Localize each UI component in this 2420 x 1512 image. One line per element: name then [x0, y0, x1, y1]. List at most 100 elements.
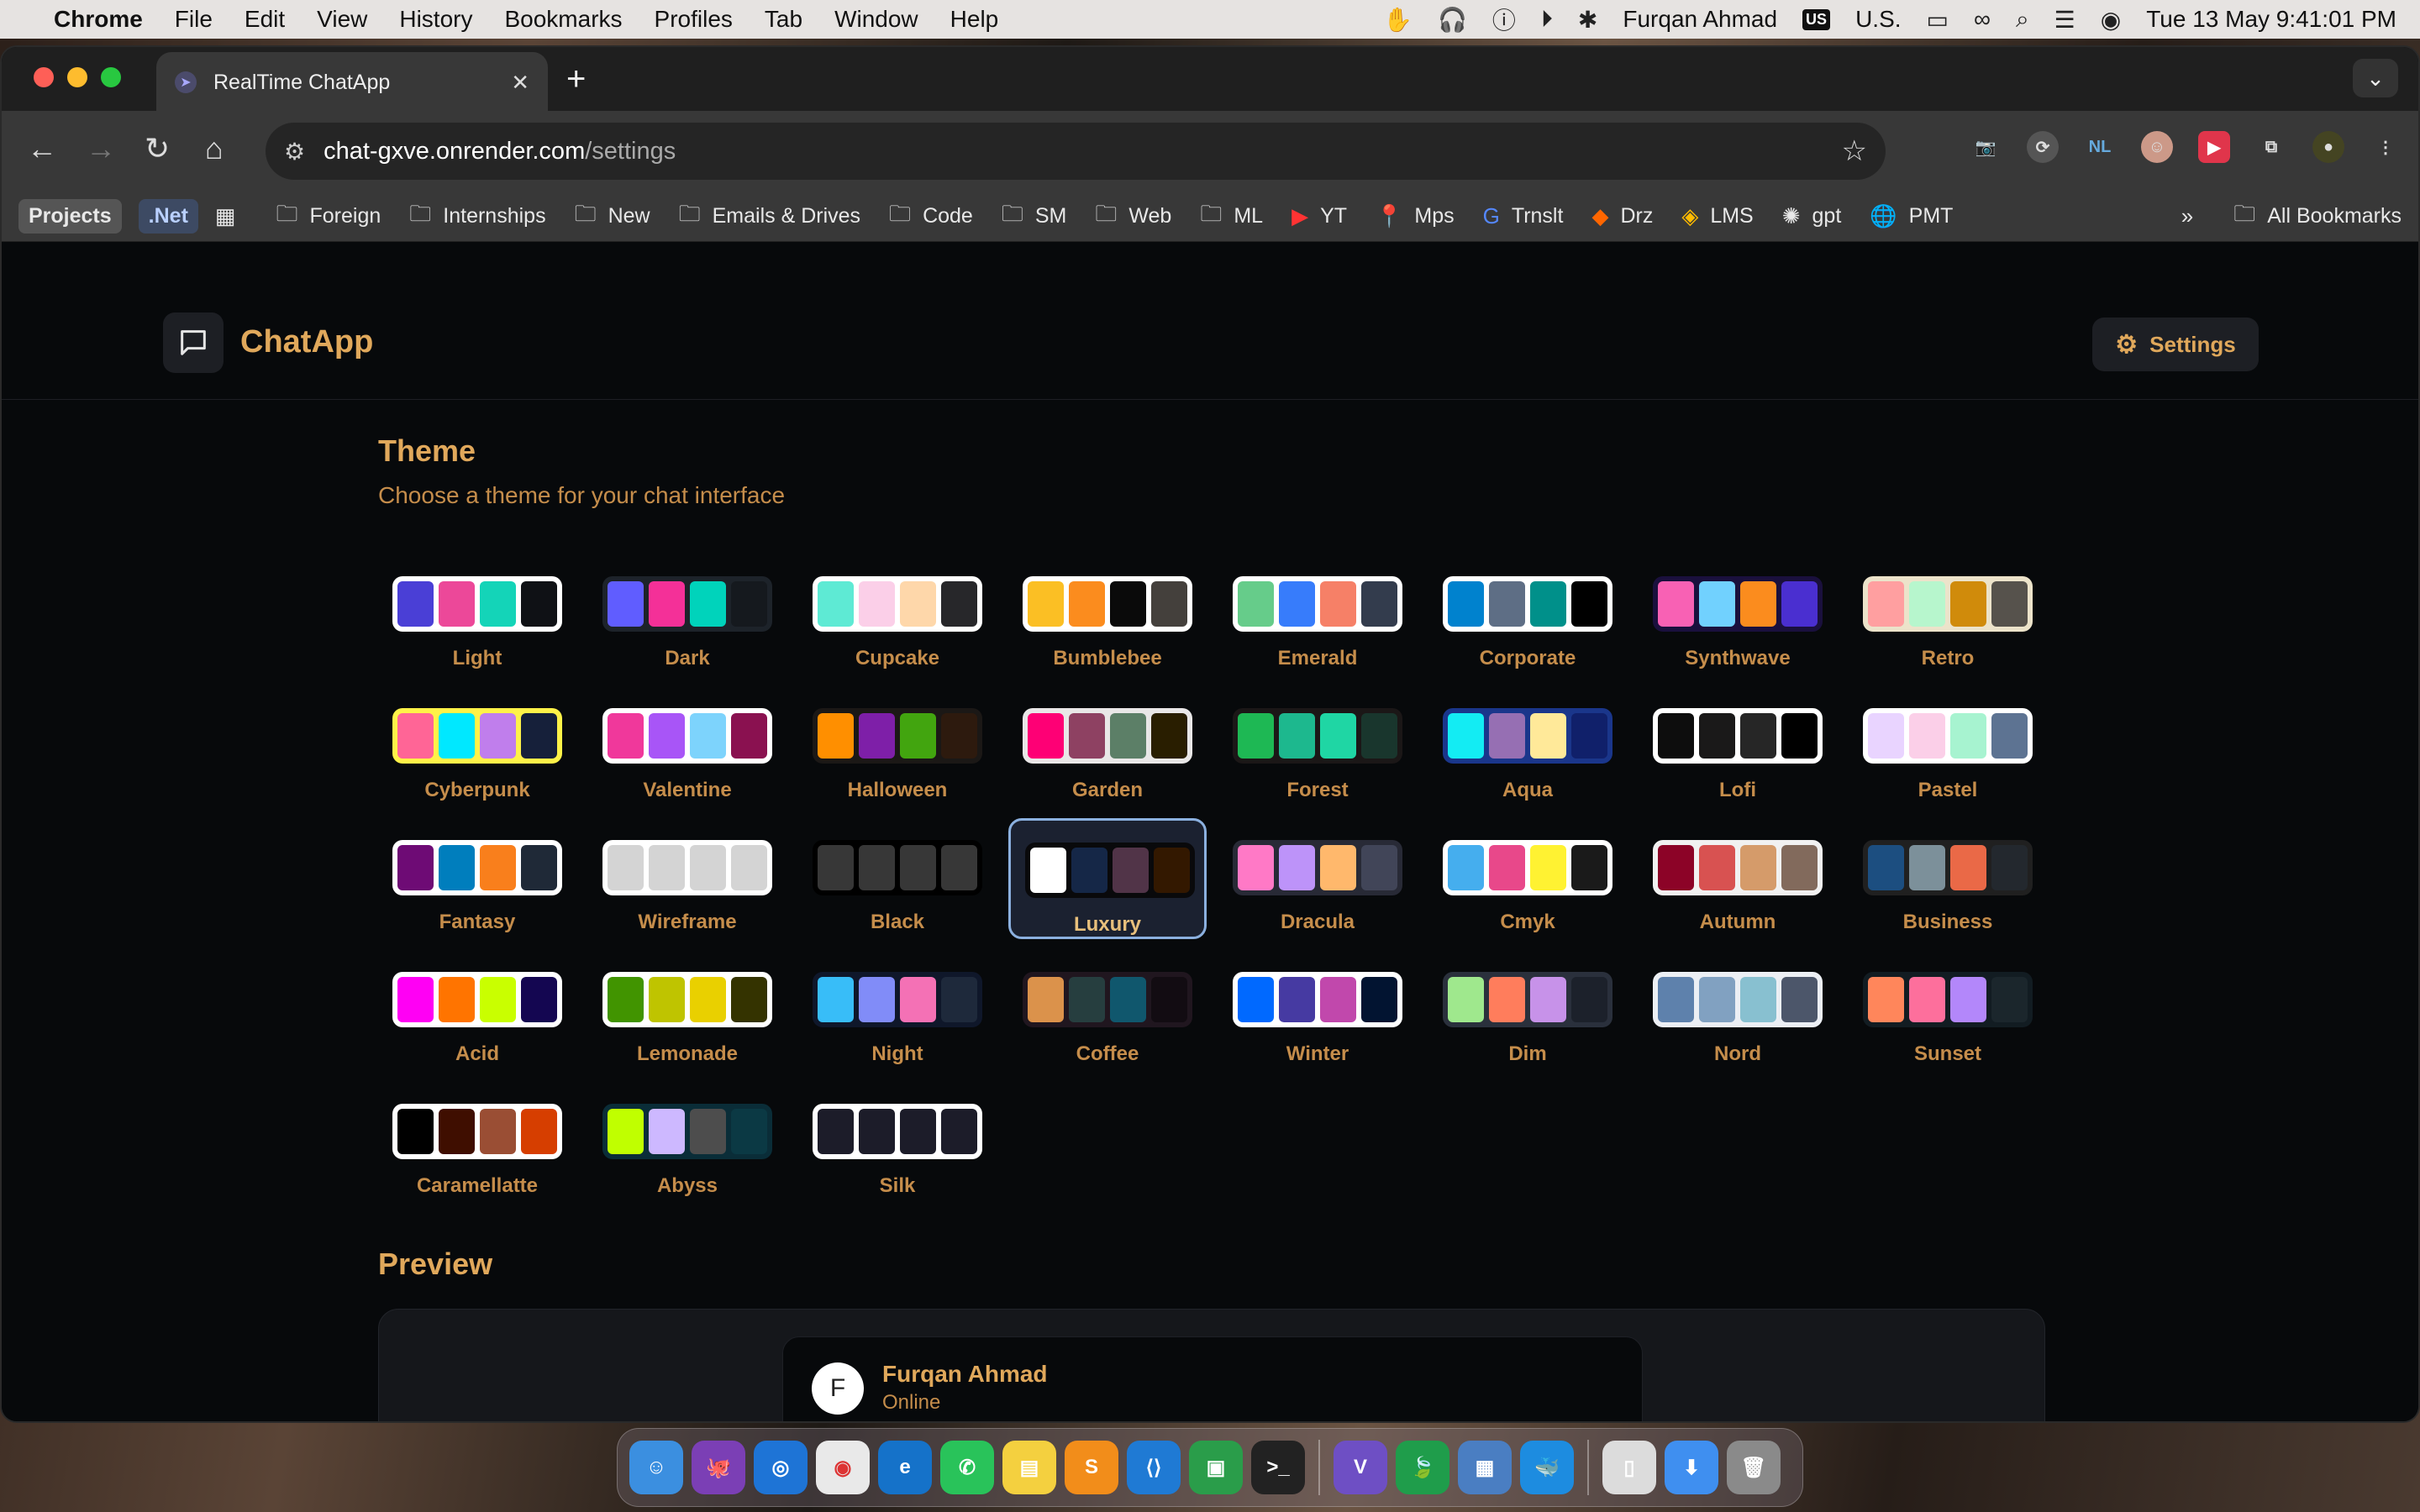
home-button[interactable]: ⌂ [205, 131, 224, 166]
bookmark-folder-sm[interactable]: 🗀 SM [1002, 198, 1067, 235]
dock-documents-icon[interactable]: ▯ [1602, 1441, 1656, 1494]
theme-option-cupcake[interactable]: Cupcake [798, 554, 997, 675]
bookmark-folder-code[interactable]: 🗀 Code [889, 198, 973, 235]
theme-option-emerald[interactable]: Emerald [1218, 554, 1417, 675]
minimize-window-button[interactable] [67, 67, 87, 87]
menu-history[interactable]: History [399, 6, 472, 33]
nl-extension-icon[interactable]: NL [2084, 131, 2116, 163]
bookmark-folder-foreign[interactable]: 🗀 Foreign [276, 198, 381, 235]
menubar-user-name[interactable]: Furqan Ahmad [1623, 6, 1777, 33]
theme-option-valentine[interactable]: Valentine [588, 686, 786, 807]
siri-icon[interactable]: ◉ [2101, 6, 2121, 34]
dock-whatsapp-icon[interactable]: ✆ [940, 1441, 994, 1494]
theme-option-abyss[interactable]: Abyss [588, 1082, 786, 1203]
dock-vs-code-icon[interactable]: ⟨⟩ [1127, 1441, 1181, 1494]
menu-app-name[interactable]: Chrome [54, 6, 143, 33]
dock-downloads-icon[interactable]: ⬇ [1665, 1441, 1718, 1494]
theme-option-light[interactable]: Light [378, 554, 576, 675]
bookmark-lms[interactable]: ◈ LMS [1681, 203, 1753, 229]
play-icon[interactable]: ⏵ [1541, 6, 1553, 34]
dock-trash-icon[interactable]: 🗑 [1727, 1441, 1781, 1494]
bookmark-pmt[interactable]: 🌐 PMT [1870, 203, 1953, 229]
menu-tab[interactable]: Tab [765, 6, 802, 33]
dock-safari-icon[interactable]: ◎ [754, 1441, 808, 1494]
bluetooth-icon[interactable]: ✱ [1578, 6, 1597, 34]
theme-option-halloween[interactable]: Halloween [798, 686, 997, 807]
camera-extension-icon[interactable]: 📷 [1970, 131, 2002, 163]
theme-option-lofi[interactable]: Lofi [1639, 686, 1837, 807]
theme-option-pastel[interactable]: Pastel [1849, 686, 2047, 807]
theme-option-autumn[interactable]: Autumn [1639, 818, 1837, 939]
dock-notes-icon[interactable]: ▤ [1002, 1441, 1056, 1494]
bookmark-folder-emails[interactable]: 🗀 Emails & Drives [679, 198, 860, 235]
theme-option-dark[interactable]: Dark [588, 554, 786, 675]
active-tab[interactable]: ➤ RealTime ChatApp ✕ [156, 52, 548, 113]
spotlight-search-icon[interactable]: ⌕ [2016, 6, 2029, 34]
theme-option-dim[interactable]: Dim [1428, 950, 1627, 1071]
apps-grid-icon[interactable]: ▦ [215, 203, 248, 229]
dock-mongodb-icon[interactable]: 🍃 [1396, 1441, 1449, 1494]
theme-option-fantasy[interactable]: Fantasy [378, 818, 576, 939]
theme-option-cmyk[interactable]: Cmyk [1428, 818, 1627, 939]
dock-edge-icon[interactable]: e [878, 1441, 932, 1494]
theme-option-business[interactable]: Business [1849, 818, 2047, 939]
theme-option-synthwave[interactable]: Synthwave [1639, 554, 1837, 675]
theme-option-black[interactable]: Black [798, 818, 997, 939]
dock-terminal-icon[interactable]: >_ [1251, 1441, 1305, 1494]
chrome-menu-icon[interactable]: ⋮ [2370, 131, 2402, 163]
theme-option-garden[interactable]: Garden [1008, 686, 1207, 807]
theme-option-cyberpunk[interactable]: Cyberpunk [378, 686, 576, 807]
dock-classroom-icon[interactable]: ▣ [1189, 1441, 1243, 1494]
bookmark-dotnet[interactable]: .Net [138, 199, 198, 234]
profile-avatar[interactable]: ● [2312, 131, 2344, 163]
menu-edit[interactable]: Edit [245, 6, 285, 33]
theme-option-retro[interactable]: Retro [1849, 554, 2047, 675]
dock-visual-studio-icon[interactable]: V [1334, 1441, 1387, 1494]
theme-option-bumblebee[interactable]: Bumblebee [1008, 554, 1207, 675]
bookmark-yt[interactable]: ▶ YT [1292, 203, 1347, 229]
theme-option-aqua[interactable]: Aqua [1428, 686, 1627, 807]
theme-option-dracula[interactable]: Dracula [1218, 818, 1417, 939]
bookmark-projects[interactable]: Projects [18, 199, 122, 234]
bookmark-folder-web[interactable]: 🗀 Web [1095, 198, 1171, 235]
bookmark-mps[interactable]: 📍 Mps [1376, 203, 1455, 229]
stage-manager-icon[interactable]: ✋ [1383, 6, 1413, 34]
app-brand[interactable]: ChatApp [240, 324, 373, 360]
screen-mirroring-icon[interactable]: ∞ [1974, 6, 1991, 33]
menu-file[interactable]: File [175, 6, 213, 33]
all-bookmarks-folder[interactable]: 🗀 All Bookmarks [2233, 198, 2402, 235]
bookmark-folder-ml[interactable]: 🗀 ML [1200, 198, 1263, 235]
theme-option-wireframe[interactable]: Wireframe [588, 818, 786, 939]
dock-github-icon[interactable]: 🐙 [692, 1441, 745, 1494]
accessibility-icon[interactable]: ⓘ [1492, 3, 1516, 36]
new-tab-button[interactable]: + [566, 60, 586, 98]
menu-view[interactable]: View [317, 6, 367, 33]
theme-option-caramellatte[interactable]: Caramellatte [378, 1082, 576, 1203]
avatar-extension-icon[interactable]: ☺ [2141, 131, 2173, 163]
theme-option-forest[interactable]: Forest [1218, 686, 1417, 807]
zoom-window-button[interactable] [101, 67, 121, 87]
dock-sublime-text-icon[interactable]: S [1065, 1441, 1118, 1494]
more-bookmarks-chevron-icon[interactable]: » [2181, 203, 2205, 229]
address-bar[interactable]: ⚙ chat-gxve.onrender.com /settings ☆ [266, 123, 1886, 180]
dock-chrome-icon[interactable]: ◉ [816, 1441, 870, 1494]
theme-option-coffee[interactable]: Coffee [1008, 950, 1207, 1071]
extensions-puzzle-icon[interactable]: ⧉ [2255, 131, 2287, 163]
menu-profiles[interactable]: Profiles [655, 6, 733, 33]
settings-button[interactable]: ⚙ Settings [2092, 318, 2259, 371]
dock-finder-icon[interactable]: ☺ [629, 1441, 683, 1494]
menu-window[interactable]: Window [834, 6, 918, 33]
theme-option-corporate[interactable]: Corporate [1428, 554, 1627, 675]
close-window-button[interactable] [34, 67, 54, 87]
input-source-label[interactable]: U.S. [1855, 6, 1901, 33]
close-tab-icon[interactable]: ✕ [511, 70, 529, 96]
pocket-extension-icon[interactable]: ▶ [2198, 131, 2230, 163]
tab-search-button[interactable]: ⌄ [2353, 59, 2398, 97]
dock-docker-icon[interactable]: 🐳 [1520, 1441, 1574, 1494]
theme-option-silk[interactable]: Silk [798, 1082, 997, 1203]
bookmark-gpt[interactable]: ✺ gpt [1782, 203, 1842, 229]
sync-extension-icon[interactable]: ⟳ [2027, 131, 2059, 163]
site-info-icon[interactable]: ⚙ [284, 138, 305, 165]
menubar-clock[interactable]: Tue 13 May 9:41:01 PM [2146, 6, 2396, 33]
theme-option-acid[interactable]: Acid [378, 950, 576, 1071]
